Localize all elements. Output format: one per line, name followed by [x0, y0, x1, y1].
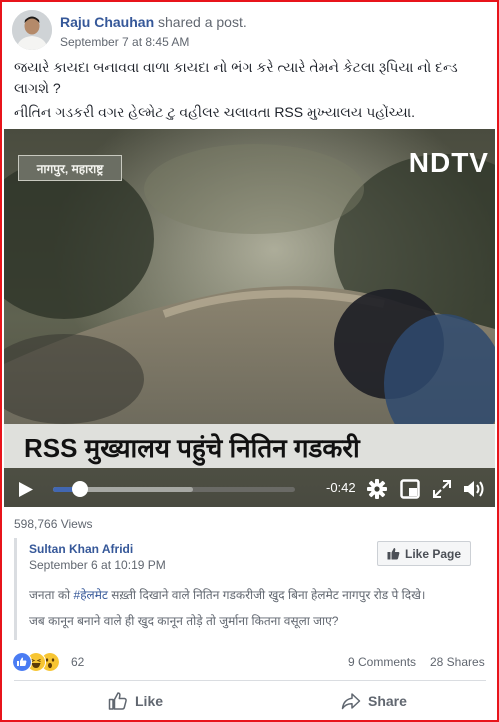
share-label: Share	[368, 693, 407, 709]
like-page-button[interactable]: Like Page	[377, 541, 471, 566]
shared-timestamp[interactable]: September 6 at 10:19 PM	[29, 558, 166, 572]
shared-author-name[interactable]: Sultan Khan Afridi	[29, 542, 133, 556]
volume-icon[interactable]	[462, 478, 486, 500]
like-reaction-icon	[12, 652, 32, 672]
author-avatar[interactable]	[12, 10, 52, 50]
shares-count-link[interactable]: 28 Shares	[430, 655, 485, 669]
location-tag: नागपुर, महाराष्ट्र	[18, 155, 122, 181]
post-action: shared a post.	[158, 14, 247, 30]
view-count: 598,766 Views	[14, 517, 93, 531]
fullscreen-icon[interactable]	[432, 479, 452, 499]
like-page-thumb-icon	[387, 548, 400, 560]
channel-logo: NDTV	[408, 147, 489, 178]
settings-gear-icon[interactable]	[366, 478, 388, 500]
video-progress-bar[interactable]	[53, 487, 295, 492]
post-header: Raju Chauhan shared a post.	[60, 14, 247, 30]
like-button[interactable]: Like	[108, 690, 163, 712]
post-timestamp[interactable]: September 7 at 8:45 AM	[60, 35, 189, 49]
minimize-icon[interactable]	[400, 479, 420, 499]
news-banner-text: RSS मुख्यालय पहुंचे नितिन गडकरी	[24, 433, 360, 463]
shared-text-prefix: जनता को	[29, 588, 74, 602]
video-player[interactable]: नागपुर, महाराष्ट्र NDTV RSS मुख्यालय पहु…	[4, 129, 495, 507]
play-icon[interactable]	[18, 481, 34, 498]
post-text-line-2: લાગશે ?	[14, 80, 61, 96]
author-name[interactable]: Raju Chauhan	[60, 14, 154, 30]
comments-count-link[interactable]: 9 Comments	[348, 655, 416, 669]
reaction-icons[interactable]	[12, 652, 68, 672]
time-remaining: -0:42	[326, 480, 356, 495]
share-button[interactable]: Share	[341, 690, 407, 712]
shared-text-line-1: जनता को #हेलमेट सख़्ती दिखाने वाले नितिन…	[29, 586, 425, 603]
shared-text-suffix: सख़्ती दिखाने वाले नितिन गडकरीजी खुद बिन…	[107, 588, 426, 602]
shared-text-line-2: जब कानून बनाने वाले ही खुद कानून तोड़े त…	[29, 614, 339, 628]
reaction-count[interactable]: 62	[71, 655, 84, 669]
facebook-post-card: Raju Chauhan shared a post. September 7 …	[0, 0, 499, 722]
post-text-line-3: નીતિન ગડકરી વગર હેલ્મેટ ટુ વહીલર ચલાવતા …	[14, 104, 416, 120]
shared-post: Sultan Khan Afridi September 6 at 10:19 …	[14, 538, 489, 640]
progress-scrubber-handle[interactable]	[71, 481, 88, 497]
hashtag-link[interactable]: #हेलमेट	[74, 588, 108, 602]
like-label: Like	[135, 693, 164, 709]
post-text-line-1: જયારે કાયદા બનાવવા વાળા કાયદા નો ભંગ કરે…	[14, 59, 458, 75]
divider	[14, 680, 486, 681]
like-thumb-icon	[108, 692, 127, 710]
video-controls: -0:42	[4, 472, 495, 507]
like-page-label: Like Page	[404, 546, 462, 561]
share-arrow-icon	[341, 693, 361, 710]
